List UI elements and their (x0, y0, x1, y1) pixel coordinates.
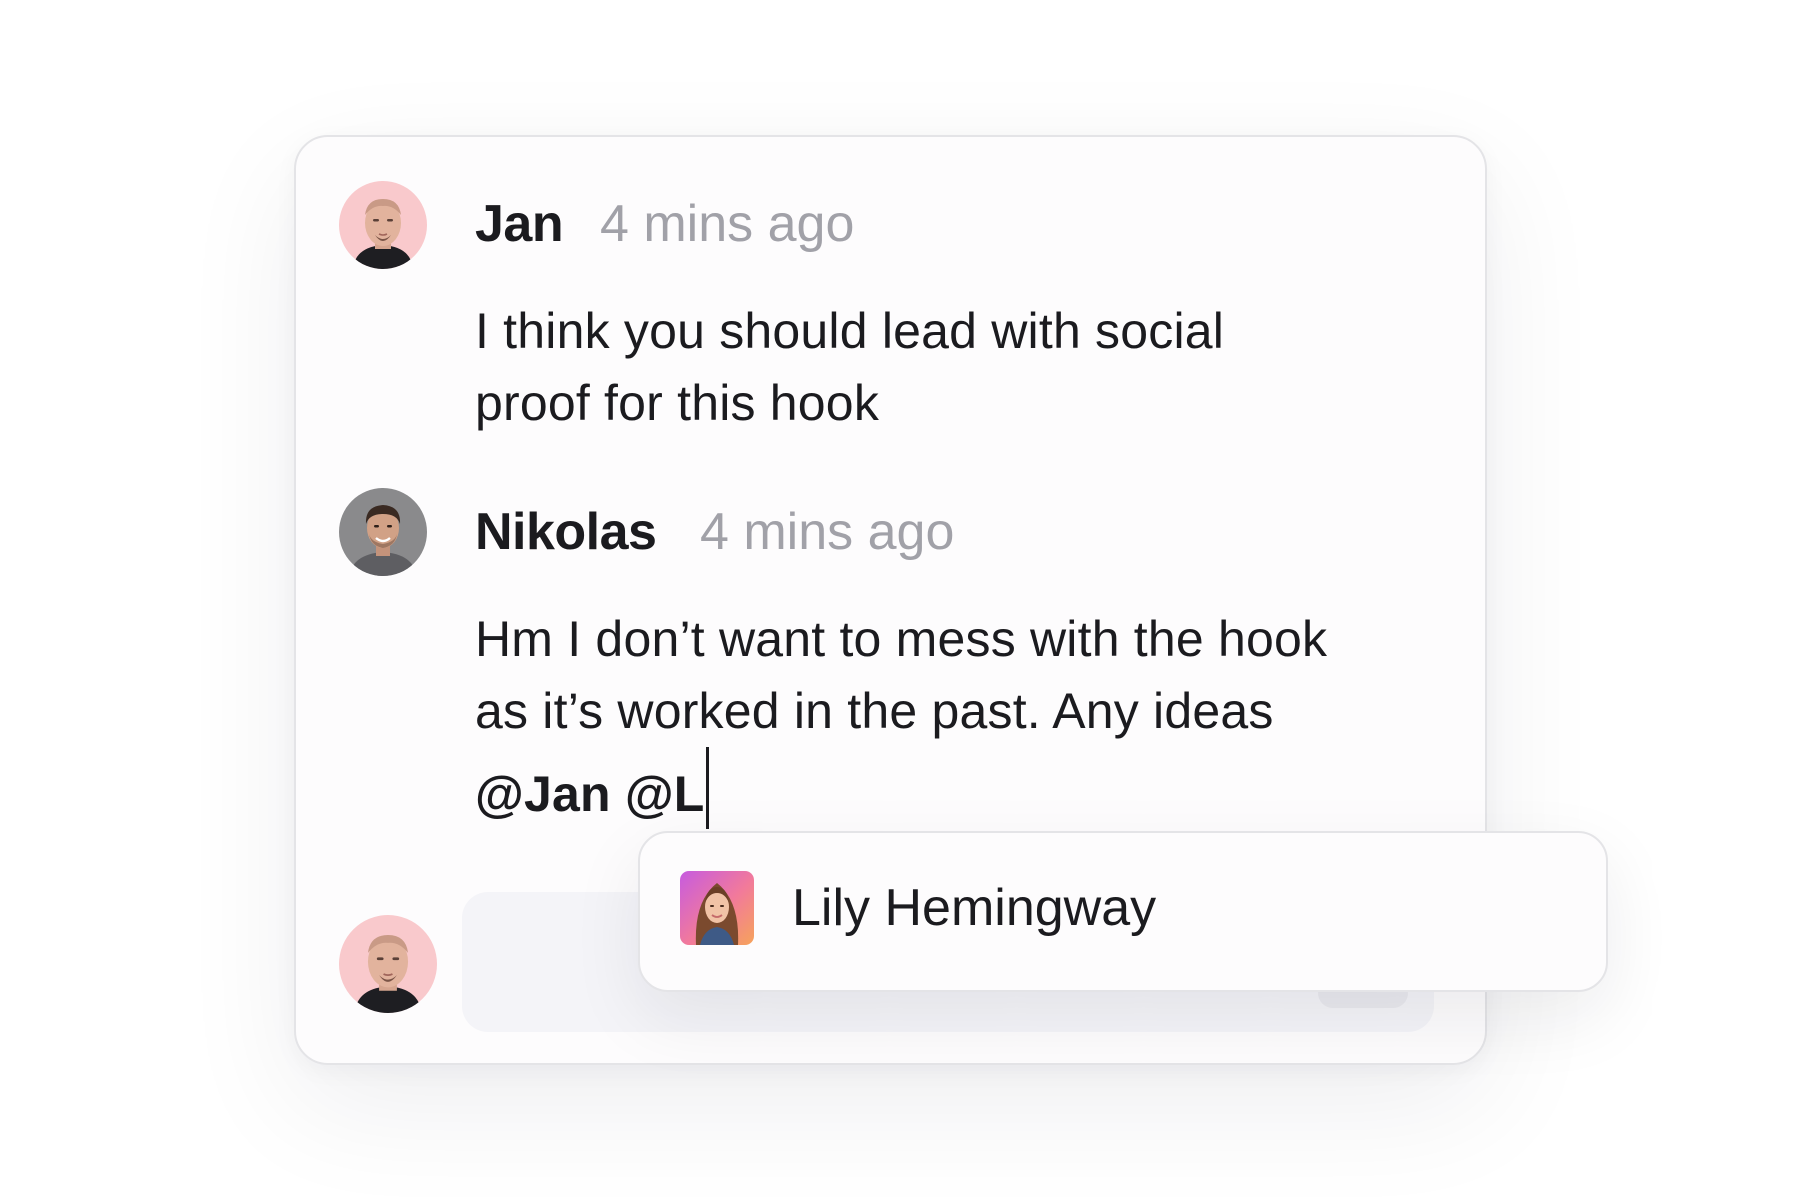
avatar-nikolas-icon[interactable] (339, 488, 427, 576)
comment-text: I think you should lead with social proo… (475, 295, 1224, 439)
comment-text: Hm I don’t want to mess with the hook as… (475, 603, 1327, 830)
text-cursor (705, 747, 709, 829)
comment-text-line: I think you should lead with social (475, 303, 1225, 359)
comment-timestamp: 4 mins ago (600, 195, 855, 253)
stage: Jan 4 mins ago I think you should lead w… (0, 0, 1800, 1197)
avatar-lily-icon (680, 871, 754, 945)
comment-text-line: proof for this hook (475, 375, 880, 431)
avatar-current-user-icon (339, 915, 437, 1013)
mention-line[interactable]: @Jan @L (475, 747, 1327, 830)
avatar-jan-icon[interactable] (339, 181, 427, 269)
mention-option[interactable]: Lily Hemingway (680, 871, 1156, 945)
mention-dropdown: Lily Hemingway (638, 831, 1608, 992)
mention-tag[interactable]: @Jan (475, 766, 611, 822)
comment-text-line: as it’s worked in the past. Any ideas (475, 683, 1274, 739)
comment-text-line: Hm I don’t want to mess with the hook (475, 611, 1328, 667)
comment-timestamp: 4 mins ago (700, 503, 955, 561)
comment-author: Jan (475, 195, 564, 253)
mention-tag[interactable]: @L (625, 766, 705, 822)
mention-option-name: Lily Hemingway (792, 879, 1157, 937)
comment-author: Nikolas (475, 503, 657, 561)
